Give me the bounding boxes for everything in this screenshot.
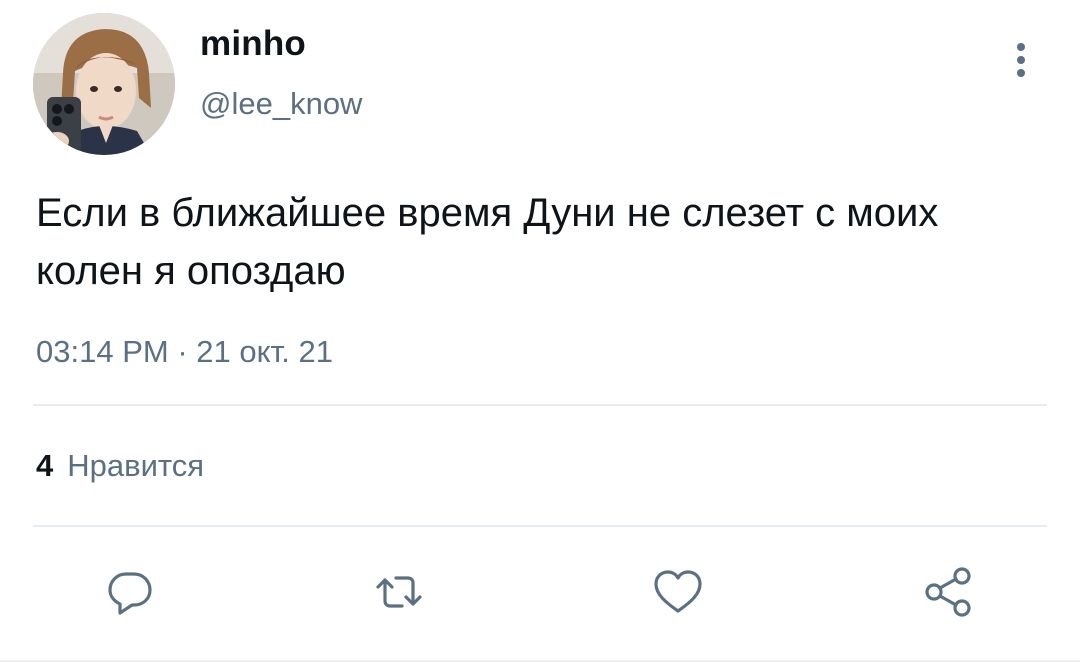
more-options-icon[interactable]: [1004, 38, 1038, 82]
reply-button[interactable]: [102, 564, 158, 620]
meta-separator: ·: [177, 334, 188, 369]
tweet-meta: 03:14 PM · 21 окт. 21: [36, 334, 333, 370]
retweet-button[interactable]: [371, 564, 427, 620]
tweet-date[interactable]: 21 окт. 21: [196, 334, 333, 369]
tweet-card: minho @lee_know Если в ближайшее время Д…: [0, 0, 1080, 670]
retweet-icon: [376, 576, 422, 608]
likes-count: 4: [36, 448, 54, 483]
tweet-text: Если в ближайшее время Дуни не слезет с …: [36, 191, 939, 293]
reply-icon: [108, 572, 152, 615]
likes-stat[interactable]: 4 Нравится: [36, 448, 204, 484]
likes-label: Нравится: [67, 448, 205, 483]
bottom-border: [0, 660, 1080, 662]
like-icon: [654, 570, 702, 613]
tweet-time[interactable]: 03:14 PM: [36, 334, 169, 369]
display-name[interactable]: minho: [200, 24, 306, 64]
share-button[interactable]: [921, 564, 977, 620]
divider: [33, 404, 1047, 406]
divider: [33, 525, 1047, 527]
like-button[interactable]: [650, 564, 706, 620]
share-icon: [925, 567, 971, 617]
user-handle[interactable]: @lee_know: [200, 86, 362, 122]
avatar[interactable]: [33, 13, 175, 155]
